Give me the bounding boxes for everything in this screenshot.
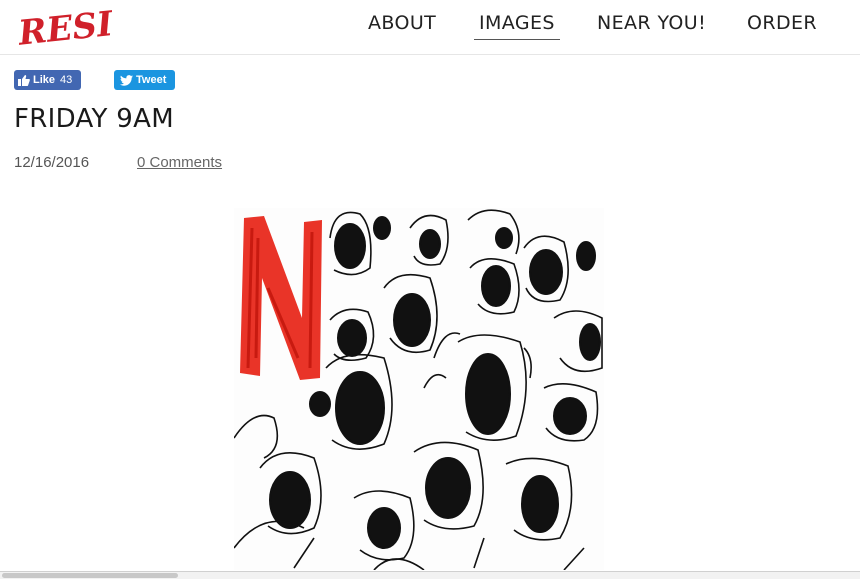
post-image[interactable] [234, 208, 604, 570]
nav-about[interactable]: ABOUT [368, 12, 436, 39]
site-header: RESIST! ABOUT IMAGES NEAR YOU! ORDER [0, 0, 860, 55]
twitter-bird-icon [120, 74, 133, 86]
scrollbar-thumb[interactable] [2, 573, 178, 578]
like-label: Like [33, 74, 56, 86]
post-date: 12/16/2016 [14, 154, 90, 171]
facebook-like-button[interactable]: Like 43 [14, 70, 81, 90]
tweet-label: Tweet [136, 74, 167, 86]
nav-images[interactable]: IMAGES [474, 12, 560, 40]
tweet-button[interactable]: Tweet [114, 70, 175, 90]
comments-link[interactable]: 0 Comments [137, 154, 222, 171]
post-title: FRIDAY 9AM [14, 104, 174, 134]
nav-order[interactable]: ORDER [747, 12, 817, 39]
resist-logo[interactable]: RESIST! [16, 2, 112, 50]
thumbs-up-icon [18, 74, 30, 86]
svg-text:RESIST!: RESIST! [16, 2, 112, 50]
like-count: 43 [60, 74, 73, 86]
artwork-illustration [234, 209, 603, 570]
nav-near-you[interactable]: NEAR YOU! [597, 12, 706, 39]
